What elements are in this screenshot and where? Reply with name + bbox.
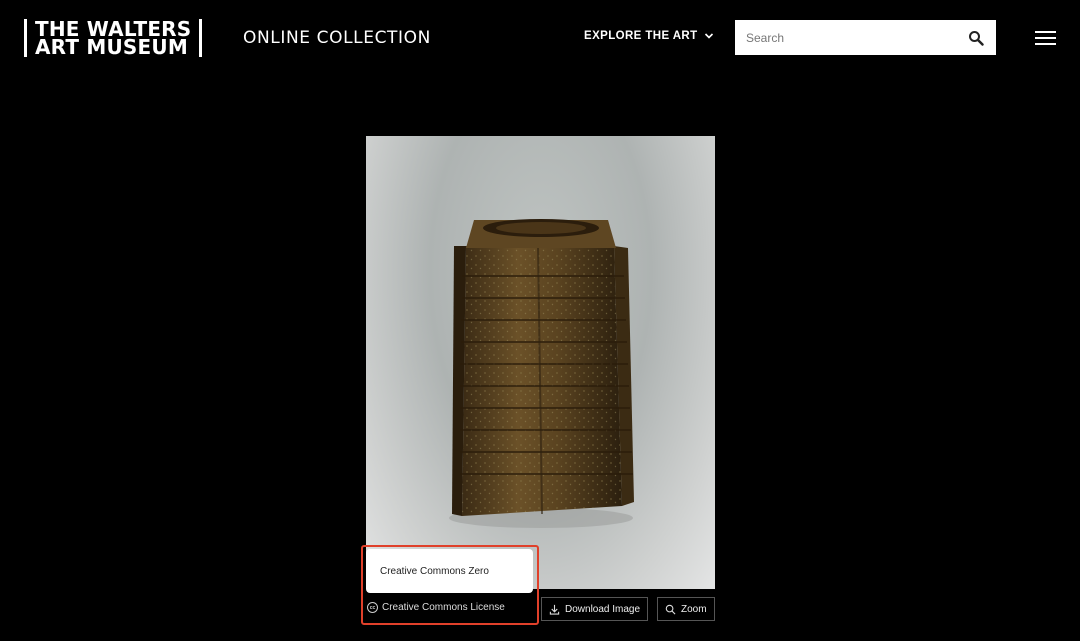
search-icon	[969, 30, 984, 46]
magnifier-icon	[665, 604, 676, 614]
creative-commons-icon: cc	[367, 602, 378, 613]
explore-the-art-menu[interactable]: EXPLORE THE ART	[584, 30, 714, 42]
tooltip-text: Creative Commons Zero	[380, 565, 489, 577]
logo-line-2: ART MUSEUM	[35, 35, 188, 59]
jade-cong-illustration	[449, 219, 634, 528]
zoom-button[interactable]: Zoom	[657, 597, 715, 621]
explore-label: EXPLORE THE ART	[584, 30, 698, 42]
logo-right-bar	[199, 19, 203, 57]
logo-text: THE WALTERS ART MUSEUM	[27, 19, 199, 57]
menu-line	[1035, 37, 1056, 39]
license-tooltip: Creative Commons Zero	[366, 549, 533, 593]
download-icon	[549, 604, 560, 615]
download-label: Download Image	[565, 603, 641, 615]
search-input[interactable]	[735, 20, 956, 55]
hamburger-menu-icon[interactable]	[1035, 31, 1056, 45]
menu-line	[1035, 31, 1056, 33]
zoom-label: Zoom	[681, 603, 707, 615]
museum-logo[interactable]: THE WALTERS ART MUSEUM	[24, 19, 203, 57]
creative-commons-license-link[interactable]: cc Creative Commons License	[367, 602, 505, 613]
section-title[interactable]: ONLINE COLLECTION	[243, 28, 431, 48]
artwork-image[interactable]	[366, 136, 715, 589]
license-label: Creative Commons License	[382, 602, 505, 613]
chevron-down-icon	[704, 33, 713, 39]
search-button[interactable]	[956, 20, 996, 55]
download-image-button[interactable]: Download Image	[541, 597, 649, 621]
menu-line	[1035, 43, 1056, 45]
search-bar	[735, 20, 996, 55]
